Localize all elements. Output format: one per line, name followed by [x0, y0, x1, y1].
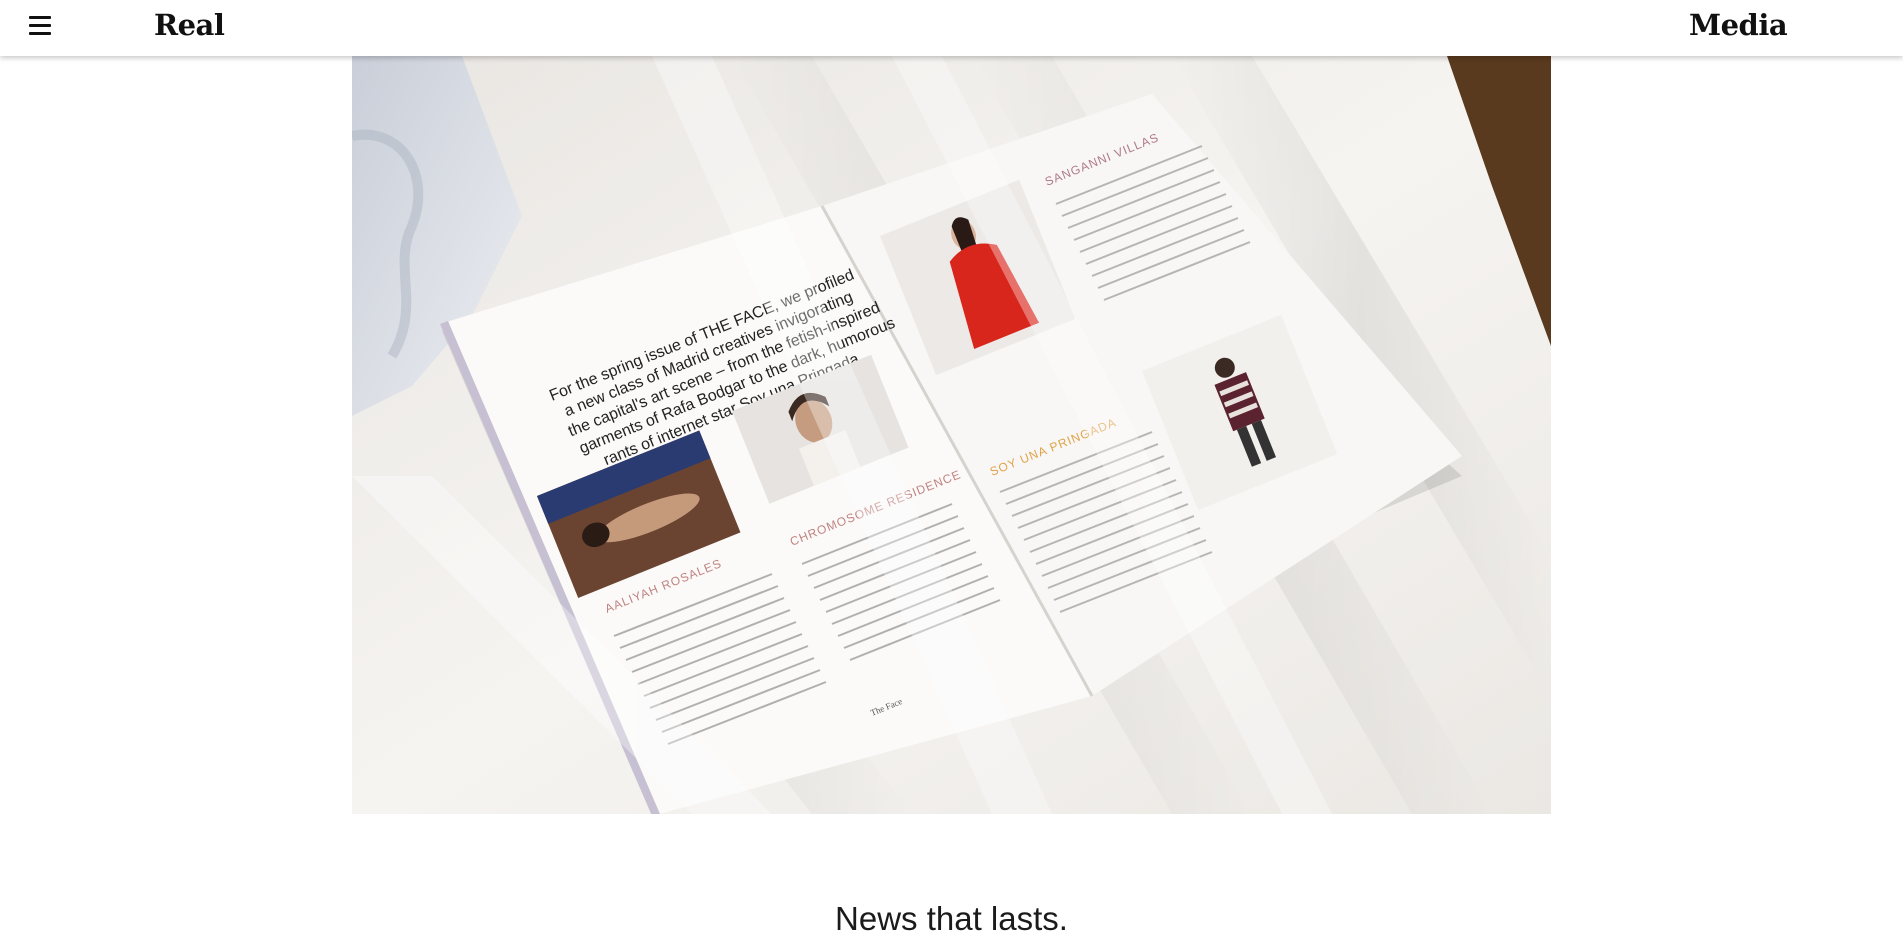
brand-media-link[interactable]: Media	[1689, 8, 1788, 42]
hamburger-menu-icon[interactable]	[26, 16, 54, 42]
brand-real-link[interactable]: Real	[154, 8, 225, 42]
hero-image: For the spring issue of THE FACE, we pro…	[352, 56, 1551, 814]
tagline: News that lasts.	[835, 900, 1068, 937]
top-navigation-bar: Real Media	[0, 0, 1903, 56]
